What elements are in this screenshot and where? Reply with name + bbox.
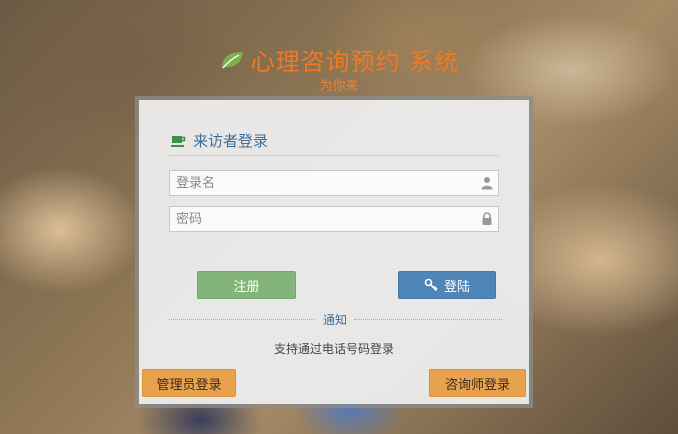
counselor-login-button[interactable]: 咨询师登录 (429, 369, 526, 397)
coffee-cup-icon (171, 135, 186, 147)
login-title: 来访者登录 (193, 132, 269, 150)
login-heading: 来访者登录 (171, 130, 268, 151)
login-panel: 来访者登录 注册 登陆 通知 (135, 96, 533, 408)
login-button[interactable]: 登陆 (398, 271, 496, 299)
password-field[interactable] (169, 206, 499, 232)
admin-login-label: 管理员登录 (156, 377, 222, 393)
user-icon (481, 177, 493, 190)
password-input[interactable] (170, 207, 480, 231)
title-divider (169, 155, 499, 156)
username-input[interactable] (170, 171, 480, 195)
register-button[interactable]: 注册 (197, 271, 296, 299)
app-subtitle: 为你来 (319, 79, 359, 94)
login-label: 登陆 (443, 279, 470, 295)
title-row: 心理咨询预约 系统 (0, 42, 678, 77)
notice-text: 支持通过电话号码登录 (273, 342, 394, 356)
lock-icon (482, 212, 492, 225)
username-field[interactable] (169, 170, 499, 196)
counselor-login-label: 咨询师登录 (444, 377, 510, 393)
app-title: 心理咨询预约 系统 (250, 48, 460, 76)
notice-divider-right (354, 319, 502, 320)
register-label: 注册 (233, 279, 260, 295)
login-panel-inner: 来访者登录 注册 登陆 通知 (139, 100, 529, 404)
admin-login-button[interactable]: 管理员登录 (142, 369, 236, 397)
notice-label: 通知 (322, 313, 347, 327)
key-icon (424, 278, 438, 292)
leaf-icon (221, 51, 243, 68)
notice-divider-left (169, 319, 314, 320)
app-header: 心理咨询预约 系统 为你来 (0, 42, 678, 94)
